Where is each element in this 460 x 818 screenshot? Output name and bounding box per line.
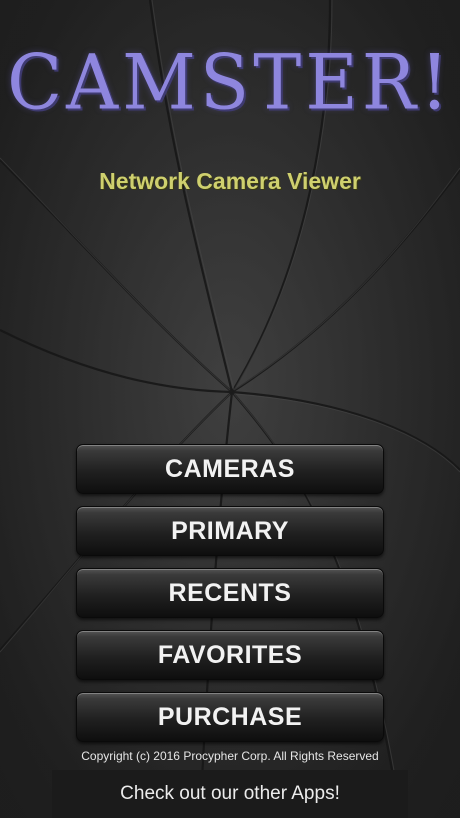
primary-button[interactable]: PRIMARY [76,506,384,556]
cameras-button[interactable]: CAMERAS [76,444,384,494]
purchase-button[interactable]: PURCHASE [76,692,384,742]
other-apps-banner[interactable]: Check out our other Apps! [52,770,408,818]
app-subtitle: Network Camera Viewer [99,168,361,194]
app-logo: CAMSTER! [7,37,453,127]
main-screen: CAMSTER! Network Camera Viewer CAMERAS P… [0,0,460,818]
recents-button[interactable]: RECENTS [76,568,384,618]
copyright-text: Copyright (c) 2016 Procypher Corp. All R… [81,749,379,763]
favorites-button[interactable]: FAVORITES [76,630,384,680]
